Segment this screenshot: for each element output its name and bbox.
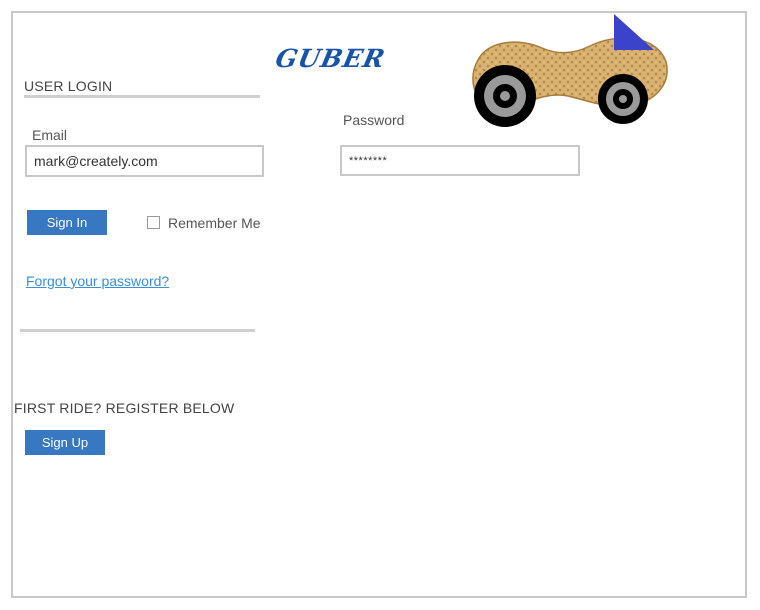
brand-logo: GUBER [272,44,389,73]
sign-in-button[interactable]: Sign In [27,210,107,235]
email-field[interactable] [25,145,264,177]
password-label: Password [343,112,405,128]
peanut-car-icon [472,14,668,127]
login-section-title: USER LOGIN [24,78,113,94]
section-divider [20,329,255,332]
remember-me-label: Remember Me [168,215,261,231]
remember-me-checkbox[interactable] [147,216,160,229]
sign-up-button[interactable]: Sign Up [25,430,105,455]
email-label: Email [32,127,68,143]
front-wheel-icon [598,74,648,124]
login-divider [24,95,260,98]
rear-wheel-icon [474,65,536,127]
register-section-title: FIRST RIDE? REGISTER BELOW [14,400,235,416]
forgot-password-link[interactable]: Forgot your password? [26,273,169,289]
flag-shape [614,14,654,50]
password-field[interactable] [340,145,580,176]
